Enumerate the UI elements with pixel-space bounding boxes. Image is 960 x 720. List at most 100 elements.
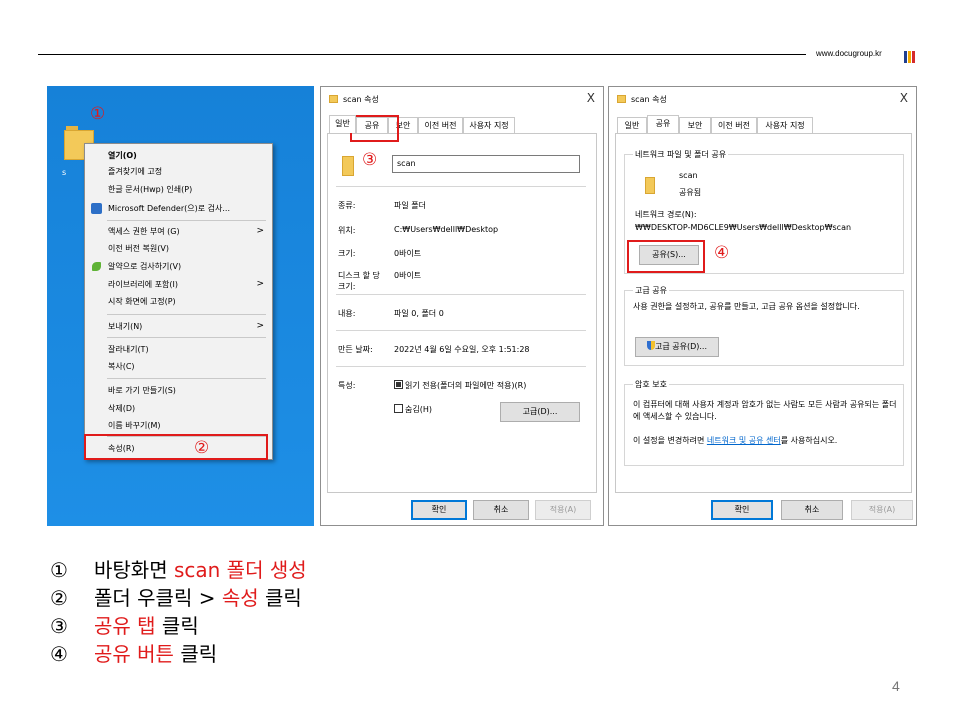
step-text-highlight: 속성 — [221, 586, 259, 610]
advanced-sharing-button[interactable]: 고급 공유(D)... — [635, 337, 719, 357]
tab-sharing[interactable]: 공유 — [647, 115, 679, 133]
field-value-size: 0바이트 — [394, 249, 422, 258]
menu-item-label: 액세스 권한 부여 (G) — [108, 227, 180, 236]
menu-item-copy[interactable]: 복사(C) — [85, 359, 272, 374]
menu-item-pin-start[interactable]: 시작 화면에 고정(P) — [85, 294, 272, 309]
menu-item-cut[interactable]: 잘라내기(T) — [85, 342, 272, 357]
dialog-title: scan 속성 — [631, 95, 667, 104]
step-text: 클릭 — [173, 642, 218, 666]
menu-item-label: 라이브러리에 포함(I) — [108, 280, 179, 289]
field-value-disk-size: 0바이트 — [394, 271, 422, 280]
advanced-button[interactable]: 고급(D)... — [500, 402, 580, 422]
hidden-label: 숨김(H) — [405, 405, 432, 414]
menu-item-delete[interactable]: 삭제(D) — [85, 401, 272, 416]
divider — [336, 294, 586, 295]
dialog-titlebar: scan 속성 X — [609, 87, 916, 111]
menu-item-hwp-print[interactable]: 한글 문서(Hwp) 인쇄(P) — [85, 182, 272, 197]
tab-previous-versions[interactable]: 이전 버전 — [418, 117, 463, 133]
password-desc: 이 컴퓨터에 대해 사용자 계정과 암호가 없는 사람도 모든 사람과 공유되는… — [633, 400, 897, 421]
marker-2: ② — [194, 438, 210, 458]
field-value-type: 파일 폴더 — [394, 201, 426, 210]
close-icon[interactable]: X — [900, 91, 908, 105]
field-value-contents: 파일 0, 폴더 0 — [394, 309, 444, 318]
tab-customize[interactable]: 사용자 지정 — [757, 117, 813, 133]
advanced-sharing-label: 고급 공유(D)... — [654, 342, 707, 351]
password-change-text: 이 설정을 변경하려면 네트워크 및 공유 센터를 사용하십시오. — [633, 435, 837, 446]
properties-dialog-sharing: scan 속성 X 일반 공유 보안 이전 버전 사용자 지정 네트워크 파일 … — [608, 86, 917, 526]
step-4: ④ 공유 버튼 클릭 — [50, 640, 307, 668]
step-text-highlight: 공유 버튼 — [94, 642, 174, 666]
general-panel: scan 종류: 파일 폴더 위치: C:₩Users₩delll₩Deskto… — [327, 133, 597, 493]
menu-item-alyac-scan[interactable]: 알약으로 검사하기(V) — [85, 259, 272, 274]
alyac-icon — [92, 262, 101, 271]
network-path-value: ₩₩DESKTOP-MD6CLE9₩Users₩delll₩Desktop₩sc… — [635, 223, 852, 232]
field-label-type: 종류: — [338, 201, 356, 210]
highlight-properties — [84, 434, 268, 460]
checkbox-icon — [394, 404, 403, 413]
menu-item-create-shortcut[interactable]: 바로 가기 만들기(S) — [85, 383, 272, 398]
group-title: 네트워크 파일 및 폴더 공유 — [633, 149, 729, 160]
highlight-share-button — [627, 240, 705, 273]
uac-shield-icon — [646, 341, 655, 350]
tab-security[interactable]: 보안 — [679, 117, 711, 133]
field-label-created: 만든 날짜: — [338, 345, 373, 354]
menu-separator — [107, 220, 266, 221]
instruction-steps: ① 바탕화면 scan 폴더 생성 ② 폴더 우클릭 > 속성 클릭 ③ 공유 탭 클… — [50, 556, 307, 668]
tab-previous-versions[interactable]: 이전 버전 — [711, 117, 757, 133]
divider — [336, 330, 586, 331]
menu-item-defender-scan[interactable]: Microsoft Defender(으)로 검사... — [85, 201, 272, 216]
step-text: 클릭 — [155, 614, 199, 638]
hidden-checkbox[interactable]: 숨김(H) — [394, 404, 432, 415]
menu-item-rename[interactable]: 이름 바꾸기(M) — [85, 418, 272, 433]
defender-shield-icon — [91, 203, 102, 214]
menu-separator — [107, 378, 266, 379]
menu-item-include-library[interactable]: 라이브러리에 포함(I) > — [85, 277, 272, 292]
readonly-checkbox[interactable]: 읽기 전용(폴더의 파일에만 적용)(R) — [394, 380, 526, 391]
submenu-arrow-icon: > — [256, 321, 264, 331]
field-value-created: 2022년 4월 6일 수요일, 오후 1:51:28 — [394, 345, 530, 354]
menu-item-pin-favorites[interactable]: 즐겨찾기에 고정 — [85, 164, 272, 179]
step-number: ① — [50, 558, 68, 582]
folder-small-icon — [617, 95, 626, 103]
ok-button[interactable]: 확인 — [411, 500, 467, 520]
apply-button[interactable]: 적용(A) — [851, 500, 913, 520]
menu-item-open[interactable]: 열기(O) — [85, 148, 272, 163]
divider — [336, 366, 586, 367]
checkbox-indeterminate-icon — [394, 380, 403, 389]
close-icon[interactable]: X — [587, 91, 595, 105]
step-text-highlight: 공유 탭 — [94, 614, 156, 638]
field-label-location: 위치: — [338, 226, 356, 235]
readonly-label: 읽기 전용(폴더의 파일에만 적용)(R) — [405, 381, 527, 390]
menu-item-label: 보내기(N) — [108, 322, 143, 331]
apply-button[interactable]: 적용(A) — [535, 500, 591, 520]
folder-name-input[interactable]: scan — [392, 155, 580, 173]
tab-general[interactable]: 일반 — [329, 115, 356, 133]
folder-icon — [342, 156, 354, 176]
folder-caption: s — [62, 168, 67, 177]
advanced-sharing-group: 고급 공유 사용 권한을 설정하고, 공유를 만들고, 고급 공유 옵션을 설정… — [624, 285, 904, 366]
cancel-button[interactable]: 취소 — [781, 500, 843, 520]
sharing-panel: 네트워크 파일 및 폴더 공유 scan 공유됨 네트워크 경로(N): ₩₩D… — [615, 133, 912, 493]
password-protection-group: 암호 보호 이 컴퓨터에 대해 사용자 계정과 암호가 없는 사람도 모든 사람… — [624, 379, 904, 466]
step-number: ④ — [50, 642, 68, 666]
folder-small-icon — [329, 95, 338, 103]
tab-general[interactable]: 일반 — [617, 117, 647, 133]
step-1: ① 바탕화면 scan 폴더 생성 — [50, 556, 307, 584]
network-center-link[interactable]: 네트워크 및 공유 센터 — [707, 436, 781, 445]
cancel-button[interactable]: 취소 — [473, 500, 529, 520]
field-label-disk-size: 디스크 할 당 크기: — [338, 271, 380, 291]
password-change-suffix: 를 사용하십시오. — [780, 436, 838, 445]
folder-icon — [645, 177, 655, 194]
menu-item-send-to[interactable]: 보내기(N) > — [85, 319, 272, 334]
marker-3: ③ — [362, 150, 378, 170]
menu-item-restore-previous[interactable]: 이전 버전 복원(V) — [85, 241, 272, 256]
network-path-label: 네트워크 경로(N): — [635, 210, 697, 219]
tab-customize[interactable]: 사용자 지정 — [463, 117, 515, 133]
ok-button[interactable]: 확인 — [711, 500, 773, 520]
menu-separator — [107, 337, 266, 338]
menu-item-label: Microsoft Defender(으)로 검사... — [108, 204, 230, 213]
menu-item-grant-access[interactable]: 액세스 권한 부여 (G) > — [85, 224, 272, 239]
step-number: ② — [50, 586, 68, 610]
group-title: 고급 공유 — [633, 285, 669, 296]
step-2: ② 폴더 우클릭 > 속성 클릭 — [50, 584, 307, 612]
